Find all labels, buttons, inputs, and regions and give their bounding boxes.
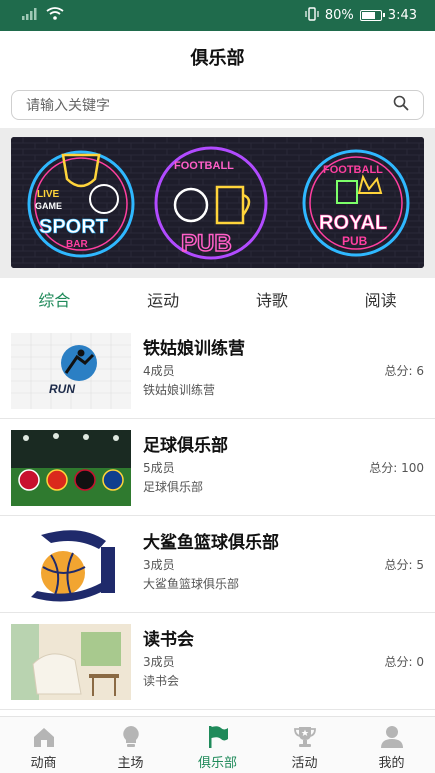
clock: 3:43 [387, 8, 417, 23]
banner-image[interactable]: LIVE GAME SPORT BAR FOOTBALL PUB FOOTBAL… [11, 137, 424, 268]
tab-reading[interactable]: 阅读 [326, 284, 435, 318]
flag-icon [205, 725, 231, 749]
trophy-icon [292, 725, 318, 749]
search-placeholder: 请输入关键字 [26, 98, 110, 114]
club-score: 总分: 0 [384, 655, 425, 669]
nav-item-arena[interactable]: 主场 [87, 717, 174, 773]
nav-label-activity: 活动 [291, 756, 318, 771]
page-title: 俱乐部 [190, 48, 245, 69]
battery-percent: 80% [324, 8, 354, 23]
sign2-line2: PUB [181, 230, 232, 257]
club-description: 铁姑娘训练营 [143, 383, 216, 397]
club-name: 足球俱乐部 [143, 436, 228, 456]
run-logo-text: RUN [49, 382, 75, 396]
status-bar: 80% 3:43 [0, 0, 435, 31]
lightbulb-icon [118, 725, 144, 749]
club-name: 读书会 [143, 630, 194, 650]
tab-general[interactable]: 综合 [0, 284, 109, 318]
sign1-line4: BAR [66, 239, 88, 250]
nav-item-club[interactable]: 俱乐部 [174, 717, 261, 773]
club-members: 3成员 [143, 655, 175, 669]
tab-sports[interactable]: 运动 [109, 284, 218, 318]
search-input[interactable]: 请输入关键字 [11, 90, 424, 120]
list-item[interactable]: RUN 铁姑娘训练营 4成员 总分: 6 铁姑娘训练营 [0, 322, 435, 419]
signal-icon [22, 7, 38, 24]
club-score: 总分: 5 [384, 558, 425, 572]
sign1-line3: SPORT [39, 216, 108, 238]
search-icon[interactable] [393, 95, 409, 115]
club-name: 铁姑娘训练营 [143, 339, 245, 359]
sign3-line1: FOOTBALL [323, 164, 383, 176]
category-tabs: 综合 运动 诗歌 阅读 [0, 284, 435, 318]
club-members: 5成员 [143, 461, 175, 475]
home-icon [31, 725, 57, 749]
club-score: 总分: 100 [369, 461, 424, 475]
club-description: 足球俱乐部 [143, 480, 204, 494]
sign3-line3: PUB [342, 234, 368, 248]
nav-label-me: 我的 [378, 756, 405, 771]
battery-icon [359, 10, 385, 21]
nav-item-activity[interactable]: 活动 [261, 717, 348, 773]
sign1-line1: LIVE [37, 189, 60, 200]
club-thumbnail [11, 527, 131, 603]
nav-item-home[interactable]: 动商 [0, 717, 87, 773]
nav-label-arena: 主场 [117, 756, 144, 771]
list-item[interactable]: 读书会 3成员 总分: 0 读书会 [0, 613, 435, 710]
club-thumbnail: RUN [11, 333, 131, 409]
club-list: RUN 铁姑娘训练营 4成员 总分: 6 铁姑娘训练营 足球俱乐部 5成员 总分… [0, 322, 435, 710]
club-thumbnail [11, 624, 131, 700]
vibrate-icon [305, 6, 319, 25]
sign2-line1: FOOTBALL [174, 160, 234, 172]
club-description: 读书会 [143, 674, 180, 688]
club-thumbnail [11, 430, 131, 506]
club-description: 大鲨鱼篮球俱乐部 [143, 577, 240, 591]
club-members: 4成员 [143, 364, 175, 378]
tab-poetry[interactable]: 诗歌 [218, 284, 327, 318]
nav-item-me[interactable]: 我的 [348, 717, 435, 773]
sign1-line2: GAME [35, 201, 62, 211]
list-item[interactable]: 足球俱乐部 5成员 总分: 100 足球俱乐部 [0, 419, 435, 516]
nav-label-home: 动商 [30, 756, 57, 771]
sign3-line2: ROYAL [319, 212, 387, 234]
club-members: 3成员 [143, 558, 175, 572]
wifi-icon [46, 7, 64, 24]
nav-label-club: 俱乐部 [197, 756, 237, 771]
list-item[interactable]: 大鲨鱼篮球俱乐部 3成员 总分: 5 大鲨鱼篮球俱乐部 [0, 516, 435, 613]
bottom-nav: 动商 主场 俱乐部 活动 我的 [0, 716, 435, 773]
banner-container: LIVE GAME SPORT BAR FOOTBALL PUB FOOTBAL… [0, 128, 435, 278]
club-score: 总分: 6 [384, 364, 425, 378]
user-icon [379, 725, 405, 749]
club-name: 大鲨鱼篮球俱乐部 [143, 533, 279, 553]
